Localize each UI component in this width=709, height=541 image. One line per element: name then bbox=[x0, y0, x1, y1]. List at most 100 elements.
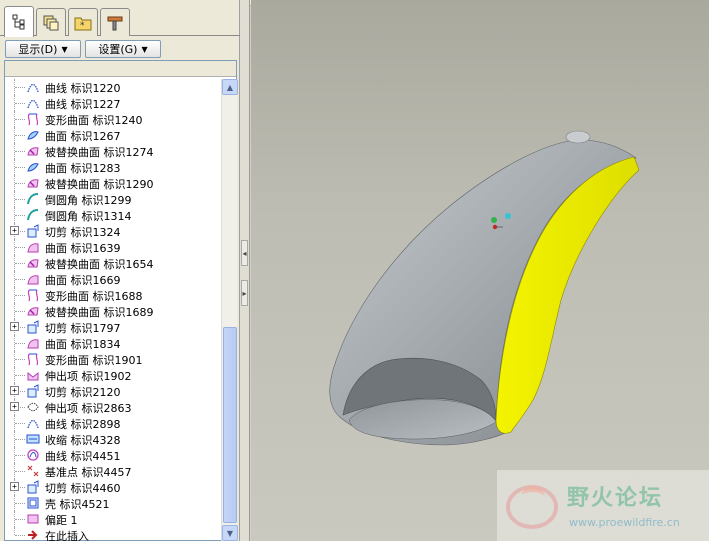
tab-layers[interactable] bbox=[36, 8, 66, 36]
tree-item[interactable]: 被替换曲面 标识1654 bbox=[5, 255, 220, 271]
tree-branch-line bbox=[15, 183, 25, 184]
replace-surface-icon bbox=[27, 179, 39, 188]
tree-item[interactable]: 被替换曲面 标识1274 bbox=[5, 143, 220, 159]
expand-icon[interactable]: + bbox=[10, 402, 19, 411]
expand-icon[interactable]: + bbox=[10, 386, 19, 395]
tab-tools[interactable] bbox=[100, 8, 130, 36]
chevron-up-icon: ▲ bbox=[226, 82, 234, 92]
tree-item[interactable]: 伸出项 标识1902 bbox=[5, 367, 220, 383]
tree-branch-line bbox=[15, 455, 25, 456]
tree-item[interactable]: 倒圆角 标识1299 bbox=[5, 191, 220, 207]
tree-branch-line bbox=[15, 311, 25, 312]
scroll-down-button[interactable]: ▼ bbox=[222, 525, 238, 541]
graphics-viewport[interactable] bbox=[251, 0, 709, 541]
tree-branch-line bbox=[15, 103, 25, 104]
tree-item[interactable]: 基准点 标识4457 bbox=[5, 463, 220, 479]
expand-right-icon[interactable]: ▸ bbox=[241, 280, 248, 306]
tree-item[interactable]: 曲面 标识1639 bbox=[5, 239, 220, 255]
settings-menu-button[interactable]: 设置(G) ▼ bbox=[85, 40, 161, 58]
watermark-title: 野火论坛 bbox=[567, 486, 664, 511]
expand-icon[interactable]: + bbox=[10, 322, 19, 331]
tree-item-label: 曲线 标识2898 bbox=[45, 418, 121, 431]
surface-icon bbox=[27, 163, 39, 172]
replace-surface-icon bbox=[27, 147, 39, 156]
tree-branch-line bbox=[15, 423, 25, 424]
tab-folder[interactable]: * bbox=[68, 8, 98, 36]
tree-item[interactable]: 变形曲面 标识1901 bbox=[5, 351, 220, 367]
replace-surface-icon bbox=[27, 307, 39, 316]
tree-item[interactable]: 收缩 标识4328 bbox=[5, 431, 220, 447]
tree-item-label: 被替换曲面 标识1654 bbox=[45, 258, 154, 271]
tree-branch-line bbox=[15, 87, 25, 88]
tree-branch-line bbox=[15, 119, 25, 120]
tree-item[interactable]: 被替换曲面 标识1290 bbox=[5, 175, 220, 191]
tree-item[interactable]: 曲面 标识1283 bbox=[5, 159, 220, 175]
tree-item[interactable]: 曲线 标识1227 bbox=[5, 95, 220, 111]
curve-icon bbox=[27, 419, 39, 429]
surface-icon bbox=[27, 131, 39, 140]
tree-item[interactable]: 壳 标识4521 bbox=[5, 495, 220, 511]
tree-item[interactable]: + 伸出项 标识2863 bbox=[5, 399, 220, 415]
tree-item[interactable]: 曲面 标识1267 bbox=[5, 127, 220, 143]
tree-branch-line bbox=[15, 151, 25, 152]
tree-item-label: 曲面 标识1267 bbox=[45, 130, 121, 143]
folder-star-icon: * bbox=[74, 17, 92, 31]
tree-item[interactable]: 倒圆角 标识1314 bbox=[5, 207, 220, 223]
tree-branch-line bbox=[15, 215, 25, 216]
tree-branch-line bbox=[15, 375, 25, 376]
tree-item[interactable]: 在此插入 bbox=[5, 527, 220, 541]
tree-item-label: 曲面 标识1639 bbox=[45, 242, 121, 255]
tree-branch-line bbox=[15, 535, 25, 536]
scroll-thumb[interactable] bbox=[223, 327, 237, 523]
tree-item-label: 壳 标识4521 bbox=[45, 498, 110, 511]
watermark-logo-icon bbox=[506, 485, 558, 529]
scroll-up-button[interactable]: ▲ bbox=[222, 79, 238, 95]
tree-item-label: 切剪 标识4460 bbox=[45, 482, 121, 495]
collapse-left-icon[interactable]: ◂ bbox=[241, 240, 248, 266]
tree-item-label: 曲面 标识1669 bbox=[45, 274, 121, 287]
tree-branch-line bbox=[15, 471, 25, 472]
tree-item[interactable]: 偏距 1 bbox=[5, 511, 220, 527]
tree-item-label: 切剪 标识1324 bbox=[45, 226, 121, 239]
display-menu-button[interactable]: 显示(D) ▼ bbox=[5, 40, 81, 58]
tree-item[interactable]: 曲线 标识4451 bbox=[5, 447, 220, 463]
model-tree-icon bbox=[12, 14, 25, 30]
tree-item[interactable]: 曲线 标识1220 bbox=[5, 79, 220, 95]
expand-icon[interactable]: + bbox=[10, 226, 19, 235]
tree-item-label: 倒圆角 标识1299 bbox=[45, 194, 132, 207]
tree-item-label: 在此插入 bbox=[45, 530, 89, 541]
cut-icon bbox=[27, 224, 39, 238]
curve-icon bbox=[27, 83, 39, 93]
panel-splitter[interactable]: ◂ ▸ bbox=[240, 0, 250, 541]
tab-model-tree[interactable] bbox=[4, 6, 34, 37]
chevron-down-icon: ▼ bbox=[141, 44, 148, 54]
protrusion-blend-icon bbox=[27, 402, 39, 412]
tree-item[interactable]: + 切剪 标识4460 bbox=[5, 479, 220, 495]
tree-item[interactable]: 被替换曲面 标识1689 bbox=[5, 303, 220, 319]
tree-branch-line bbox=[15, 263, 25, 264]
tree-item[interactable]: 曲面 标识1834 bbox=[5, 335, 220, 351]
svg-text:*: * bbox=[80, 21, 85, 31]
tree-scrollbar[interactable]: ▲ ▼ bbox=[221, 79, 238, 541]
tree-branch-line bbox=[15, 343, 25, 344]
tree-item[interactable]: + 切剪 标识1324 bbox=[5, 223, 220, 239]
tree-item[interactable]: 变形曲面 标识1688 bbox=[5, 287, 220, 303]
tree-item-label: 偏距 1 bbox=[45, 514, 78, 527]
forum-watermark: 野火论坛 www.proewildfire.cn bbox=[497, 470, 709, 541]
tree-item[interactable]: 曲面 标识1669 bbox=[5, 271, 220, 287]
tree-item-label: 倒圆角 标识1314 bbox=[45, 210, 132, 223]
tree-branch-line bbox=[15, 279, 25, 280]
replace-surface-icon bbox=[27, 259, 39, 268]
model-tree: 曲线 标识1220 曲线 标识1227 变形曲面 标识1240 曲面 标识1267 被替… bbox=[4, 60, 238, 541]
tree-item[interactable]: 曲线 标识2898 bbox=[5, 415, 220, 431]
panel-tab-strip: * bbox=[0, 6, 240, 37]
datum-point-icon bbox=[27, 465, 39, 477]
tree-item[interactable]: 变形曲面 标识1240 bbox=[5, 111, 220, 127]
tree-item[interactable]: + 切剪 标识2120 bbox=[5, 383, 220, 399]
tree-item-label: 伸出项 标识2863 bbox=[45, 402, 132, 415]
tree-item-label: 曲面 标识1834 bbox=[45, 338, 121, 351]
tree-item[interactable]: + 切剪 标识1797 bbox=[5, 319, 220, 335]
expand-icon[interactable]: + bbox=[10, 482, 19, 491]
chevron-down-icon: ▼ bbox=[61, 44, 68, 54]
tree-branch-line bbox=[15, 167, 25, 168]
